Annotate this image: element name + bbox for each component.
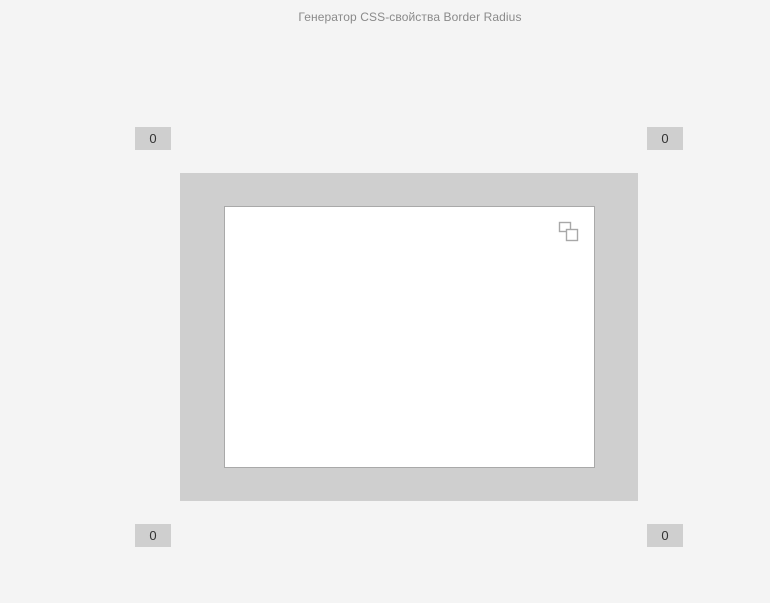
page: Генератор CSS-свойства Border Radius xyxy=(0,0,770,603)
top-right-radius-input[interactable] xyxy=(647,127,683,150)
page-title: Генератор CSS-свойства Border Radius xyxy=(298,10,522,24)
bottom-right-radius-input[interactable] xyxy=(647,524,683,547)
top-left-radius-input[interactable] xyxy=(135,127,171,150)
radius-preview-box xyxy=(224,206,595,468)
bottom-left-radius-input[interactable] xyxy=(135,524,171,547)
copy-icon[interactable] xyxy=(558,221,580,243)
